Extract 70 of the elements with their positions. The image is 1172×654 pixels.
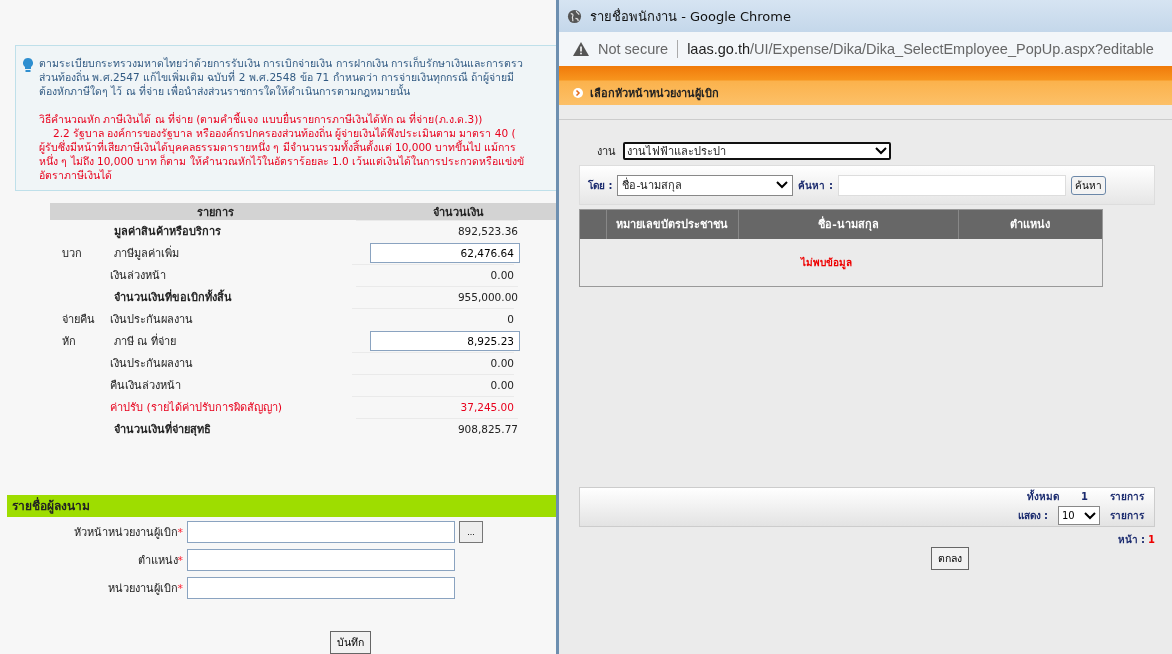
lightbulb-icon — [23, 58, 33, 72]
text-field[interactable] — [187, 549, 455, 571]
amount-value: 0.00 — [490, 379, 514, 391]
amount-field[interactable]: 8,925.23 — [370, 331, 520, 351]
popup-title: เลือกหัวหน้าหน่วยงานผู้เบิก — [590, 85, 719, 102]
notice-text: ส่วนท้องถิ่น พ.ศ.2547 แก้ไขเพิ่มเติม ฉบับที่ 2 พ.ศ.2548 ข้อ 71 กำหนดว่า การจ่ายเงินทุกกรณี ถ้าผู้จ่ายมี — [39, 70, 516, 84]
field-label: หัวหน้าหน่วยงานผู้เบิก* — [72, 525, 183, 541]
text-field[interactable] — [187, 577, 455, 599]
amount-value: 0 — [507, 313, 514, 325]
amount-value: 0.00 — [490, 269, 514, 281]
empty-message: ไม่พบข้อมูล — [800, 255, 852, 270]
total-count: 1 — [1080, 491, 1089, 502]
warning-text: หนึ่ง ๆ ไม่ถึง 10,000 บาท ก็ตาม ให้คำนวณหักไว้ในอัตราร้อยละ 1.0 เว้นแต่เงินได้ในการประกวดหรือแข่งขั — [39, 154, 525, 168]
row-prefix: บวก — [62, 247, 82, 260]
row-label: เงินประกันผลงาน — [110, 356, 194, 372]
amount-value: 955,000.00 — [457, 291, 518, 303]
search-field[interactable] — [837, 174, 1066, 196]
notice-text: ตามระเบียบกระทรวงมหาดไทยว่าด้วยการรับเงิน การเบิกจ่ายเงิน การฝากเงิน การเก็บรักษาเงินและการตรว — [39, 56, 524, 70]
amount-value: 37,245.00 — [460, 401, 514, 413]
warning-text: อัตราภาษีเงินได้ — [39, 168, 113, 182]
warning-text: 2.2 รัฐบาล องค์การของรัฐบาล หรือองค์กรปกครองส่วนท้องถิ่น ผู้จ่ายเงินได้พึงประเมินตาม มาตรา 40 ( — [52, 126, 517, 140]
row-label: จำนวนเงินที่จ่ายสุทธิ — [113, 420, 212, 438]
unit-label: รายการ — [1110, 490, 1144, 504]
warning-title: วิธีคำนวณหัก ภาษีเงินได้ ณ ที่จ่าย (ตามคำชี้แจง แบบยื่นรายการภาษีเงินได้หัก ณ ที่จ่าย(ภ.ง.ด.3)) — [39, 112, 484, 126]
amount-value: 908,825.77 — [457, 423, 518, 435]
row-label: ค่าปรับ (รายได้ค่าปรับการผิดสัญญา) — [110, 400, 284, 416]
search-button[interactable]: ค้นหา — [1070, 175, 1106, 195]
amount-value: 0.00 — [490, 357, 514, 369]
chevron-down-icon — [1084, 511, 1096, 520]
amount-field[interactable]: 62,476.64 — [370, 243, 520, 263]
row-label: มูลค่าสินค้าหรือบริการ — [113, 224, 222, 240]
security-label: Not secure — [598, 41, 669, 57]
page-size-select[interactable]: 10 — [1058, 506, 1100, 525]
field-label: หน่วยงานผู้เบิก* — [106, 581, 183, 597]
field-label: ค้นหา : — [798, 178, 833, 193]
text-field[interactable] — [187, 521, 455, 543]
chevron-down-icon — [875, 147, 887, 155]
warning-text: ผู้รับซึ่งมีหน้าที่เสียภาษีเงินได้บุคคลธรรมดารายหนึ่ง ๆ มีจำนวนรวมทั้งสิ้นตั้งแต่ 10,000 บาทขึ้นไป แม้การ — [39, 140, 518, 154]
show-label: แสดง : — [1017, 509, 1048, 523]
search-by-select[interactable]: ชื่อ-นามสกุล — [617, 174, 794, 196]
page-number: 1 — [1148, 534, 1155, 545]
field-label: โดย : — [588, 178, 613, 193]
unit-label: รายการ — [1110, 509, 1144, 523]
total-label: ทั้งหมด — [1027, 489, 1060, 504]
globe-icon — [567, 8, 582, 24]
bullet-icon — [573, 87, 583, 98]
picker-button[interactable]: ... — [459, 521, 483, 543]
row-prefix: จ่ายคืน — [62, 313, 95, 326]
row-label: เงินประกันผลงาน — [110, 312, 194, 328]
url-text: laas.go.th/UI/Expense/Dika/Dika_SelectEmployee_PopUp.aspx?editable — [687, 41, 1154, 57]
ok-button[interactable]: ตกลง — [931, 547, 969, 570]
window-title: รายชื่อพนักงาน - Google Chrome — [590, 7, 791, 26]
column-header: รายการ — [196, 204, 236, 221]
row-label: คืนเงินล่วงหน้า — [110, 378, 182, 394]
column-header: จำนวนเงิน — [432, 204, 486, 221]
save-button[interactable]: บันทึก — [330, 631, 371, 654]
row-label: ภาษีมูลค่าเพิ่ม — [113, 244, 180, 262]
row-label: เงินล่วงหน้า — [110, 268, 167, 284]
warning-icon — [573, 42, 589, 56]
department-select[interactable]: งานไฟฟ้าและประปา — [623, 142, 891, 160]
row-label: จำนวนเงินที่ขอเบิกทั้งสิ้น — [113, 288, 233, 306]
chevron-down-icon — [776, 181, 789, 189]
section-header: รายชื่อผู้ลงนาม — [7, 495, 556, 517]
row-label: ภาษี ณ ที่จ่าย — [113, 332, 177, 350]
field-label: ตำแหน่ง* — [136, 553, 183, 569]
page-label: หน้า : — [1117, 534, 1146, 545]
field-label: งาน — [597, 144, 616, 160]
row-prefix: หัก — [62, 335, 76, 348]
amount-value: 892,523.36 — [457, 225, 518, 237]
notice-text: ต้องหักภาษีใดๆ ไว้ ณ ที่จ่าย เพื่อนำส่งส่วนราชการใดให้ดำเนินการตามกฎหมายนั้น — [39, 84, 412, 98]
